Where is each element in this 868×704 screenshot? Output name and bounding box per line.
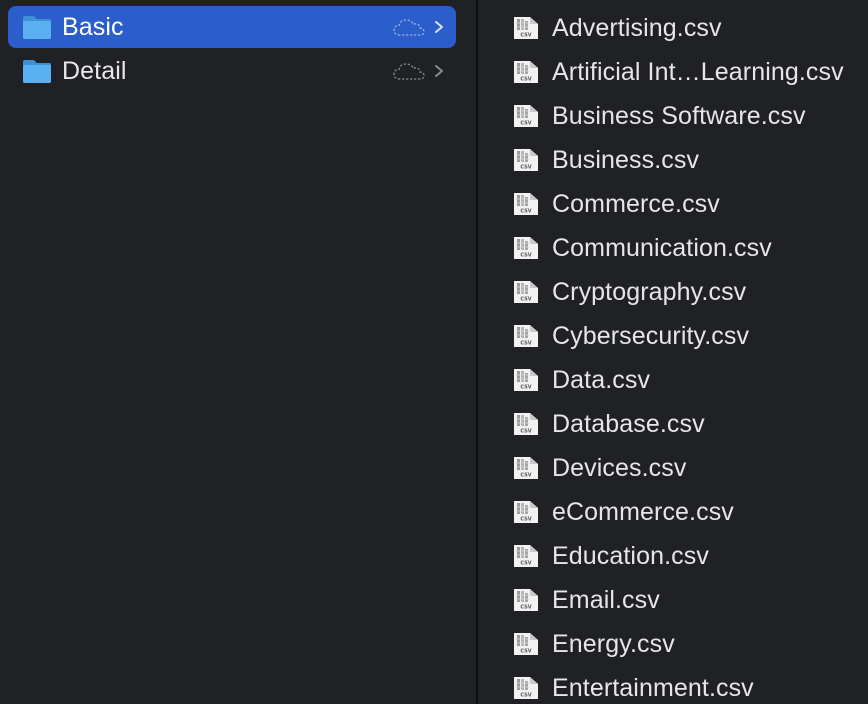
svg-text:CSV: CSV <box>520 605 531 611</box>
svg-text:CSV: CSV <box>520 517 531 523</box>
csv-file-icon: CSV <box>514 17 538 39</box>
cloud-icon[interactable] <box>392 60 426 82</box>
file-label: Commerce.csv <box>552 190 720 218</box>
chevron-right-icon <box>435 65 443 77</box>
svg-text:CSV: CSV <box>520 297 531 303</box>
file-label: Data.csv <box>552 366 651 394</box>
svg-text:CSV: CSV <box>520 649 531 655</box>
file-column: CSV Advertising.csv CSV Artificial Int…Lear… <box>478 0 868 704</box>
cloud-icon[interactable] <box>392 16 426 38</box>
svg-text:CSV: CSV <box>520 429 531 435</box>
file-row[interactable]: CSV Business.csv <box>478 138 868 182</box>
file-row[interactable]: CSV Data.csv <box>478 358 868 402</box>
finder-column-view: Basic Detail CSV Advertising.csv CSV Artif <box>0 0 868 704</box>
file-label: Cybersecurity.csv <box>552 322 750 350</box>
csv-file-icon: CSV <box>514 105 538 127</box>
file-row[interactable]: CSV Advertising.csv <box>478 6 868 50</box>
folder-label: Detail <box>62 57 127 85</box>
svg-text:CSV: CSV <box>520 693 531 699</box>
csv-file-icon: CSV <box>514 237 538 259</box>
csv-file-icon: CSV <box>514 633 538 655</box>
file-row[interactable]: CSV Business Software.csv <box>478 94 868 138</box>
file-label: Communication.csv <box>552 234 772 262</box>
file-row[interactable]: CSV Cryptography.csv <box>478 270 868 314</box>
file-row[interactable]: CSV eCommerce.csv <box>478 490 868 534</box>
file-label: Education.csv <box>552 542 709 570</box>
csv-file-icon: CSV <box>514 61 538 83</box>
folder-row-basic[interactable]: Basic <box>8 6 456 48</box>
file-row[interactable]: CSV Database.csv <box>478 402 868 446</box>
file-label: eCommerce.csv <box>552 498 734 526</box>
folder-icon <box>23 60 51 83</box>
file-row[interactable]: CSV Education.csv <box>478 534 868 578</box>
svg-text:CSV: CSV <box>520 121 531 127</box>
svg-text:CSV: CSV <box>520 165 531 171</box>
folder-label: Basic <box>62 13 124 41</box>
csv-file-icon: CSV <box>514 589 538 611</box>
svg-text:CSV: CSV <box>520 209 531 215</box>
svg-text:CSV: CSV <box>520 473 531 479</box>
svg-text:CSV: CSV <box>520 385 531 391</box>
csv-file-icon: CSV <box>514 369 538 391</box>
file-row[interactable]: CSV Email.csv <box>478 578 868 622</box>
svg-text:CSV: CSV <box>520 561 531 567</box>
svg-text:CSV: CSV <box>520 77 531 83</box>
file-label: Entertainment.csv <box>552 674 754 702</box>
file-row[interactable]: CSV Energy.csv <box>478 622 868 666</box>
csv-file-icon: CSV <box>514 281 538 303</box>
csv-file-icon: CSV <box>514 677 538 699</box>
file-row[interactable]: CSV Artificial Int…Learning.csv <box>478 50 868 94</box>
csv-file-icon: CSV <box>514 149 538 171</box>
file-label: Advertising.csv <box>552 14 722 42</box>
csv-file-icon: CSV <box>514 325 538 347</box>
csv-file-icon: CSV <box>514 413 538 435</box>
svg-text:CSV: CSV <box>520 253 531 259</box>
file-row[interactable]: CSV Cybersecurity.csv <box>478 314 868 358</box>
file-row[interactable]: CSV Commerce.csv <box>478 182 868 226</box>
folder-column: Basic Detail <box>0 0 476 704</box>
file-label: Email.csv <box>552 586 660 614</box>
file-label: Artificial Int…Learning.csv <box>552 58 844 86</box>
svg-text:CSV: CSV <box>520 341 531 347</box>
svg-text:CSV: CSV <box>520 33 531 39</box>
csv-file-icon: CSV <box>514 545 538 567</box>
file-label: Business.csv <box>552 146 700 174</box>
file-label: Cryptography.csv <box>552 278 747 306</box>
file-label: Database.csv <box>552 410 705 438</box>
file-label: Business Software.csv <box>552 102 806 130</box>
csv-file-icon: CSV <box>514 193 538 215</box>
file-label: Devices.csv <box>552 454 687 482</box>
file-label: Energy.csv <box>552 630 675 658</box>
file-row[interactable]: CSV Communication.csv <box>478 226 868 270</box>
file-row[interactable]: CSV Devices.csv <box>478 446 868 490</box>
csv-file-icon: CSV <box>514 501 538 523</box>
csv-file-icon: CSV <box>514 457 538 479</box>
file-row[interactable]: CSV Entertainment.csv <box>478 666 868 704</box>
folder-row-detail[interactable]: Detail <box>8 50 456 92</box>
chevron-right-icon <box>435 21 443 33</box>
folder-icon <box>23 16 51 39</box>
